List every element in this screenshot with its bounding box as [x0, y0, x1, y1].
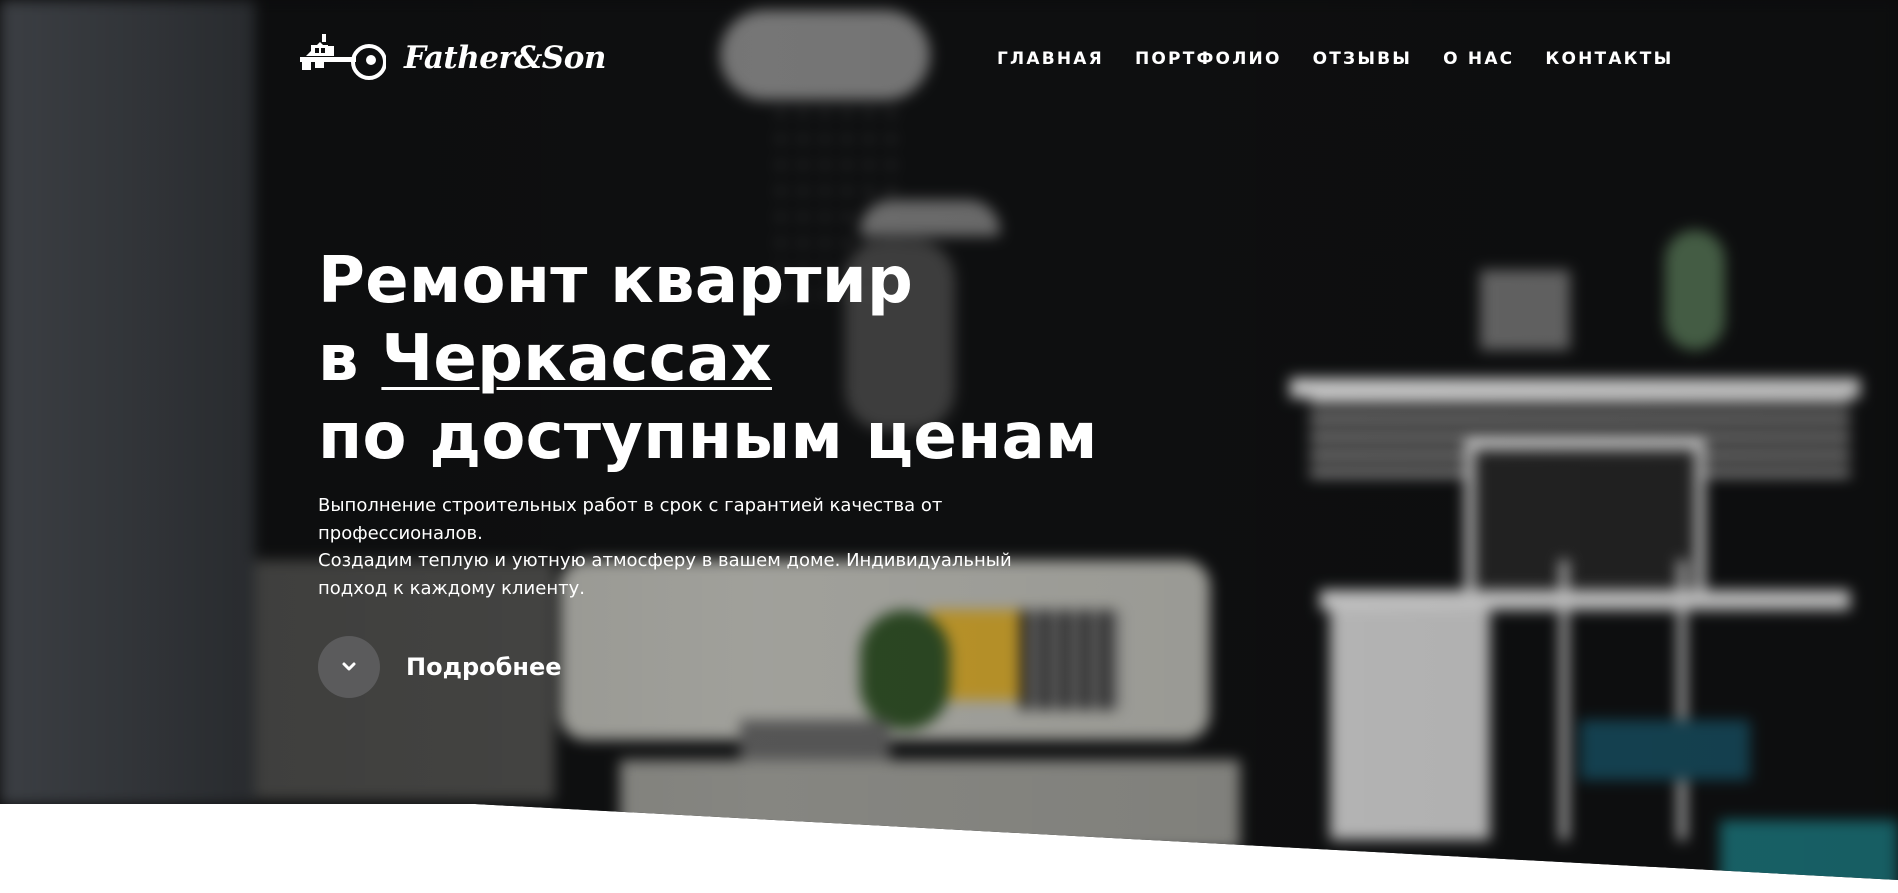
nav-link-portfolio[interactable]: ПОРТФОЛИО	[1135, 49, 1282, 69]
nav-link-about[interactable]: О НАС	[1443, 49, 1514, 69]
hero-description-line-1: Выполнение строительных работ в срок с г…	[318, 495, 943, 544]
nav-link-contacts[interactable]: КОНТАКТЫ	[1545, 49, 1673, 69]
hero-description-line-2: Создадим теплую и уютную атмосферу в ваш…	[318, 550, 1012, 599]
nav-link-reviews[interactable]: ОТЗЫВЫ	[1313, 49, 1413, 69]
house-key-icon	[298, 30, 387, 86]
chevron-down-icon	[341, 658, 357, 677]
hero-title-line-1: Ремонт квартир	[318, 244, 914, 318]
main-menu: ГЛАВНАЯ ПОРТФОЛИО ОТЗЫВЫ О НАС КОНТАКТЫ	[997, 49, 1704, 69]
brand-logo[interactable]: Father&Son	[298, 30, 606, 86]
nav-link-home[interactable]: ГЛАВНАЯ	[997, 49, 1104, 69]
hero-description: Выполнение строительных работ в срок с г…	[318, 492, 1078, 602]
hero-title-line-3: по доступным ценам	[318, 400, 1098, 474]
more-button[interactable]: Подробнее	[318, 636, 562, 698]
hero-title-city: Черкассах	[381, 322, 772, 396]
hero-title-prefix: в	[318, 322, 382, 396]
top-navigation: Father&Son ГЛАВНАЯ ПОРТФОЛИО ОТЗЫВЫ О НА…	[0, 0, 1898, 120]
more-button-label[interactable]: Подробнее	[406, 653, 562, 681]
hero-title: Ремонт квартир в Черкассах по доступным …	[318, 242, 1098, 476]
brand-name: Father&Son	[404, 40, 606, 76]
more-button-circle[interactable]	[318, 636, 380, 698]
